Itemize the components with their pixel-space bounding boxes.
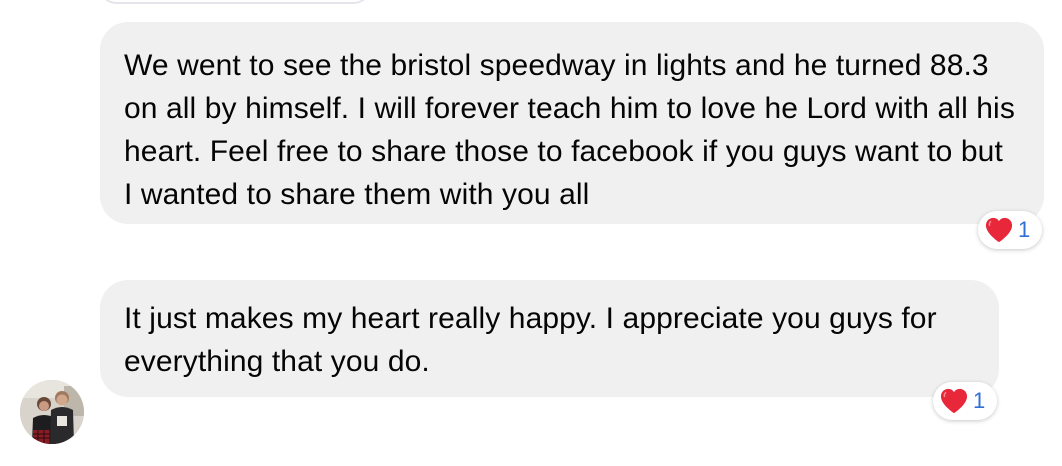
previous-message-edge — [100, 0, 370, 4]
heart-icon — [985, 217, 1013, 243]
reaction-badge[interactable]: 1 — [933, 382, 997, 420]
avatar[interactable] — [20, 380, 84, 444]
message-bubble[interactable]: We went to see the bristol speedway in l… — [100, 22, 1044, 224]
reaction-count: 1 — [973, 388, 986, 413]
message-text: We went to see the bristol speedway in l… — [124, 49, 1015, 211]
message-bubble[interactable]: It just makes my heart really happy. I a… — [100, 280, 999, 397]
reaction-badge[interactable]: 1 — [978, 211, 1042, 249]
reaction-count: 1 — [1018, 217, 1031, 242]
message-text: It just makes my heart really happy. I a… — [124, 302, 937, 378]
heart-icon — [940, 388, 968, 414]
avatar-photo — [20, 380, 84, 444]
message-thread: We went to see the bristol speedway in l… — [0, 0, 1062, 466]
